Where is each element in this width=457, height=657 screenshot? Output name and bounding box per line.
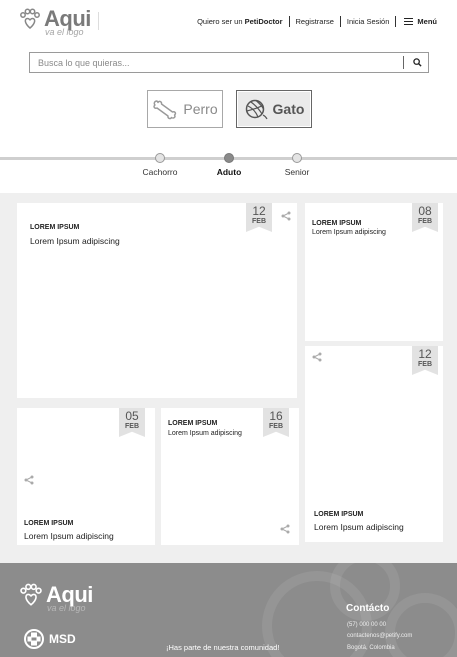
article-card[interactable]: 16 FEB LOREM IPSUM Lorem Ipsum adipiscin… [161,408,299,545]
card-title: LOREM IPSUM [30,224,80,231]
pet-option-cat[interactable]: Gato [236,90,312,128]
card-title: LOREM IPSUM [168,420,218,427]
date-month: FEB [252,218,266,225]
share-icon[interactable] [24,475,34,485]
bone-icon [153,100,177,120]
article-card[interactable]: 05 FEB LOREM IPSUM Lorem Ipsum adipiscin… [17,408,155,545]
contact-title: Contácto [346,603,390,614]
date-month: FEB [269,423,283,430]
date-day: 08 [418,204,432,218]
date-day: 05 [125,409,139,423]
pet-option-cat-label: Gato [272,101,305,117]
menu-button[interactable]: Menú [396,17,437,26]
search-button[interactable] [406,54,428,71]
date-month: FEB [125,423,139,430]
top-navigation: Quiero ser un PetiDoctor Registrarse Ini… [191,16,437,27]
search-input[interactable] [30,53,390,73]
footer: Aqui va el logo MSD ¡Has parte de nuestr… [0,563,457,657]
share-icon[interactable] [281,211,291,221]
stage-dot-cachorro[interactable] [155,153,165,163]
logo-divider [98,12,99,30]
yarn-ball-icon [245,99,268,120]
msd-logo-icon [24,629,44,649]
card-title: LOREM IPSUM [312,220,362,227]
article-card[interactable]: 12 FEB LOREM IPSUM Lorem Ipsum adipiscin… [305,346,443,542]
date-badge: 12 FEB [246,203,272,232]
date-day: 12 [418,347,432,361]
pet-option-dog[interactable]: Perro [147,90,223,128]
date-month: FEB [418,218,432,225]
card-subtitle: Lorem Ipsum adipiscing [314,522,404,532]
stage-label-senior[interactable]: Senior [267,167,327,177]
share-icon[interactable] [280,524,290,534]
share-icon[interactable] [312,352,322,362]
search-divider [403,56,404,69]
contact-phone[interactable]: (57) 000 00 00 [347,622,386,628]
card-title: LOREM IPSUM [314,511,364,518]
date-badge: 08 FEB [412,203,438,232]
date-badge: 05 FEB [119,408,145,437]
stage-label-cachorro[interactable]: Cachorro [130,167,190,177]
stage-label-adulto[interactable]: Aduto [199,167,259,177]
login-link[interactable]: Inicia Sesión [341,17,396,26]
card-subtitle: Lorem Ipsum adipiscing [24,531,114,541]
card-subtitle: Lorem Ipsum adipiscing [30,236,120,246]
stage-dot-adulto[interactable] [224,153,234,163]
contact-email[interactable]: contactenos@petify.com [347,633,412,639]
pet-option-dog-label: Perro [183,101,218,117]
date-day: 16 [269,409,283,423]
stage-dot-senior[interactable] [292,153,302,163]
article-card[interactable]: 12 FEB LOREM IPSUM Lorem Ipsum adipiscin… [17,203,297,398]
logo-tagline: va el logo [45,27,84,37]
date-badge: 12 FEB [412,346,438,375]
article-card[interactable]: 08 FEB LOREM IPSUM Lorem Ipsum adipiscin… [305,203,443,341]
petidoctor-prefix: Quiero ser un [197,17,245,26]
card-title: LOREM IPSUM [24,520,74,527]
card-subtitle: Lorem Ipsum adipiscing [168,430,242,437]
footer-logo-tagline: va el logo [47,603,86,613]
logo[interactable]: Aqui va el logo [18,7,91,37]
footer-logo[interactable]: Aqui va el logo [18,582,93,613]
paw-heart-icon [20,583,42,606]
menu-label: Menú [417,17,437,26]
sponsor-name: MSD [49,632,76,646]
date-badge: 16 FEB [263,408,289,437]
petidoctor-brand: PetiDoctor [244,17,283,26]
hamburger-icon [404,18,414,25]
search-bar [29,52,429,73]
sponsor-logo[interactable]: MSD [24,629,76,649]
petidoctor-link[interactable]: Quiero ser un PetiDoctor [191,17,288,26]
date-month: FEB [418,361,432,368]
card-subtitle: Lorem Ipsum adipiscing [312,229,386,236]
community-tagline: ¡Has parte de nuestra comunidad! [166,643,280,652]
date-day: 12 [252,204,266,218]
header: Aqui va el logo Quiero ser un PetiDoctor… [0,0,457,42]
paw-heart-icon [20,8,40,29]
register-link[interactable]: Registrarse [290,17,340,26]
contact-city: Bogotá, Colombia [347,645,395,651]
search-icon [412,58,422,67]
content-grid: 12 FEB LOREM IPSUM Lorem Ipsum adipiscin… [0,193,457,563]
